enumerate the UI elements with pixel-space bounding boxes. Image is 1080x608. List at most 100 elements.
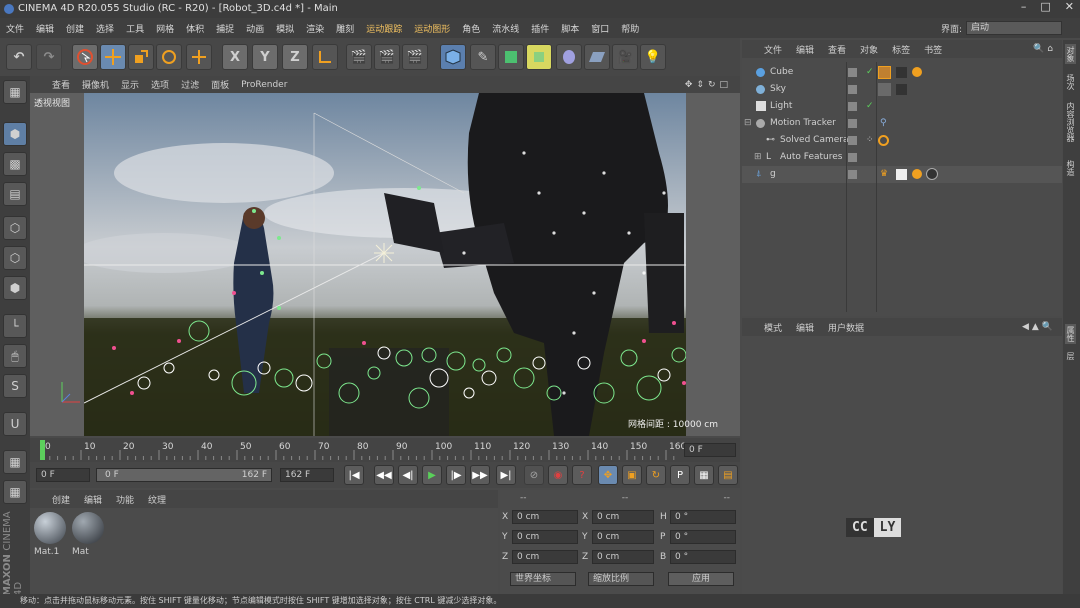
render-picture-viewer-icon[interactable]: 🎬 <box>374 44 400 70</box>
crown-tag-icon[interactable]: ♛ <box>880 166 888 183</box>
rotation-b-field[interactable]: 0 ° <box>670 550 736 564</box>
perspective-viewport[interactable]: 透视视图 网格间距 : 10000 cm <box>30 93 740 436</box>
go-to-next-key-icon[interactable]: ▶▶ <box>470 465 490 485</box>
menu-animate[interactable]: 动画 <box>246 22 264 35</box>
check-icon[interactable]: ✓ <box>866 64 874 81</box>
menu-mesh[interactable]: 网格 <box>156 22 174 35</box>
tab-attributes[interactable]: 属性 <box>1065 324 1076 344</box>
object-menu-file[interactable]: 文件 <box>764 43 782 56</box>
keyframe-selection-icon[interactable]: ? <box>572 465 592 485</box>
go-to-end-icon[interactable]: ▶| <box>496 465 516 485</box>
tab-takes[interactable]: 场次 <box>1065 74 1076 90</box>
menu-motion-tracking[interactable]: 运动跟踪 <box>366 22 402 35</box>
pen-spline-icon[interactable]: ✎ <box>470 44 496 70</box>
lock-workplane-icon[interactable]: ▦ <box>3 450 27 474</box>
workplane-mode-icon[interactable]: ▤ <box>3 182 27 206</box>
material-menu-edit[interactable]: 编辑 <box>84 493 102 506</box>
tab-structure[interactable]: 构造 <box>1065 160 1076 176</box>
menu-snap[interactable]: 捕捉 <box>216 22 234 35</box>
tweak-mode-icon[interactable]: 🖱 <box>3 344 27 368</box>
viewport-menu-filter[interactable]: 过滤 <box>181 78 199 91</box>
polygons-mode-icon[interactable]: ⬢ <box>3 276 27 300</box>
toggle-icon[interactable]: ⁘ <box>866 132 874 149</box>
viewport-solo-icon[interactable]: ▦ <box>3 80 27 104</box>
go-to-start-icon[interactable]: |◀ <box>344 465 364 485</box>
material-menu-texture[interactable]: 纹理 <box>148 493 166 506</box>
object-row[interactable]: Sky <box>742 81 1062 98</box>
position-y-field[interactable]: 0 cm <box>512 530 578 544</box>
protection-tag-icon[interactable] <box>878 135 889 146</box>
attr-menu-edit[interactable]: 编辑 <box>796 321 814 334</box>
viewport-menu-options[interactable]: 选项 <box>151 78 169 91</box>
menu-plugins[interactable]: 插件 <box>531 22 549 35</box>
x-axis-lock-button[interactable]: X <box>222 44 248 70</box>
material-swatch[interactable]: Mat <box>72 512 106 562</box>
menu-mograph[interactable]: 运动图形 <box>414 22 450 35</box>
menu-sculpt[interactable]: 雕刻 <box>336 22 354 35</box>
menu-file[interactable]: 文件 <box>6 22 24 35</box>
model-mode-icon[interactable]: ⬢ <box>3 122 27 146</box>
menu-render[interactable]: 渲染 <box>306 22 324 35</box>
menu-simulate[interactable]: 模拟 <box>276 22 294 35</box>
checker-tag-icon[interactable] <box>896 169 907 180</box>
coordinate-system-icon[interactable] <box>312 44 338 70</box>
check-icon[interactable]: ✓ <box>866 98 874 115</box>
layer-icon[interactable] <box>848 102 857 111</box>
menu-create[interactable]: 创建 <box>66 22 84 35</box>
start-frame-field[interactable]: 0 F <box>36 468 90 482</box>
apply-button[interactable]: 应用 <box>668 572 734 586</box>
menu-select[interactable]: 选择 <box>96 22 114 35</box>
menu-pipeline[interactable]: 流水线 <box>492 22 519 35</box>
record-scale-icon[interactable]: ▣ <box>622 465 642 485</box>
tracker-tag-icon[interactable]: ⚲ <box>880 115 887 132</box>
texture-tag-icon[interactable] <box>878 83 891 96</box>
deformer-icon[interactable] <box>556 44 582 70</box>
record-rotation-icon[interactable]: ↻ <box>646 465 666 485</box>
attr-menu-mode[interactable]: 模式 <box>764 321 782 334</box>
rotation-h-field[interactable]: 0 ° <box>670 510 736 524</box>
interface-select[interactable]: 启动 <box>966 21 1062 35</box>
texture-tag-icon[interactable] <box>878 66 891 79</box>
record-parameter-icon[interactable]: P <box>670 465 690 485</box>
redo-icon[interactable]: ↷ <box>36 44 62 70</box>
planar-workplane-icon[interactable]: ▦ <box>3 480 27 504</box>
rotate-icon[interactable] <box>156 44 182 70</box>
maximize-button[interactable]: □ <box>1040 0 1050 18</box>
end-frame-field[interactable]: 162 F <box>280 468 334 482</box>
layer-icon[interactable] <box>848 153 857 162</box>
size-z-field[interactable]: 0 cm <box>592 550 654 564</box>
layer-icon[interactable] <box>848 119 857 128</box>
object-menu-edit[interactable]: 编辑 <box>796 43 814 56</box>
layer-icon[interactable] <box>848 68 857 77</box>
tab-content-browser[interactable]: 内容浏览器 <box>1065 102 1076 142</box>
menu-volume[interactable]: 体积 <box>186 22 204 35</box>
minimize-button[interactable]: – <box>1021 0 1027 18</box>
compositing-tag-icon[interactable] <box>912 67 922 77</box>
tab-layers[interactable]: 层 <box>1065 352 1076 360</box>
tab-objects[interactable]: 对象 <box>1065 44 1076 64</box>
object-row[interactable]: ⍋ g ♛ <box>742 166 1062 183</box>
menu-help[interactable]: 帮助 <box>621 22 639 35</box>
undo-icon[interactable]: ↶ <box>6 44 32 70</box>
snap-icon[interactable]: S <box>3 374 27 398</box>
cloner-icon[interactable] <box>526 44 552 70</box>
edges-mode-icon[interactable]: ⬡ <box>3 246 27 270</box>
object-menu-view[interactable]: 查看 <box>828 43 846 56</box>
light-icon[interactable]: 💡 <box>640 44 666 70</box>
collapse-icon[interactable]: ⊟ <box>744 115 752 132</box>
scale-mode-dropdown[interactable]: 缩放比例 <box>588 572 654 586</box>
live-select-icon[interactable] <box>72 44 98 70</box>
attr-menu-user-data[interactable]: 用户数据 <box>828 321 864 334</box>
current-frame-field[interactable]: 0 F <box>684 443 736 457</box>
points-mode-icon[interactable]: ⬡ <box>3 216 27 240</box>
object-row[interactable]: Cube ✓ <box>742 64 1062 81</box>
preview-range-slider[interactable]: 0 F 162 F <box>96 468 272 482</box>
rotation-p-field[interactable]: 0 ° <box>670 530 736 544</box>
scheme-settings-icon[interactable]: ▤ <box>718 465 738 485</box>
close-button[interactable]: ✕ <box>1065 0 1074 18</box>
viewport-menu-display[interactable]: 显示 <box>121 78 139 91</box>
viewport-menu-prorender[interactable]: ProRender <box>241 80 287 90</box>
object-row[interactable]: Light ✓ <box>742 98 1062 115</box>
record-position-icon[interactable]: ✥ <box>598 465 618 485</box>
render-tag-icon[interactable] <box>896 84 907 95</box>
